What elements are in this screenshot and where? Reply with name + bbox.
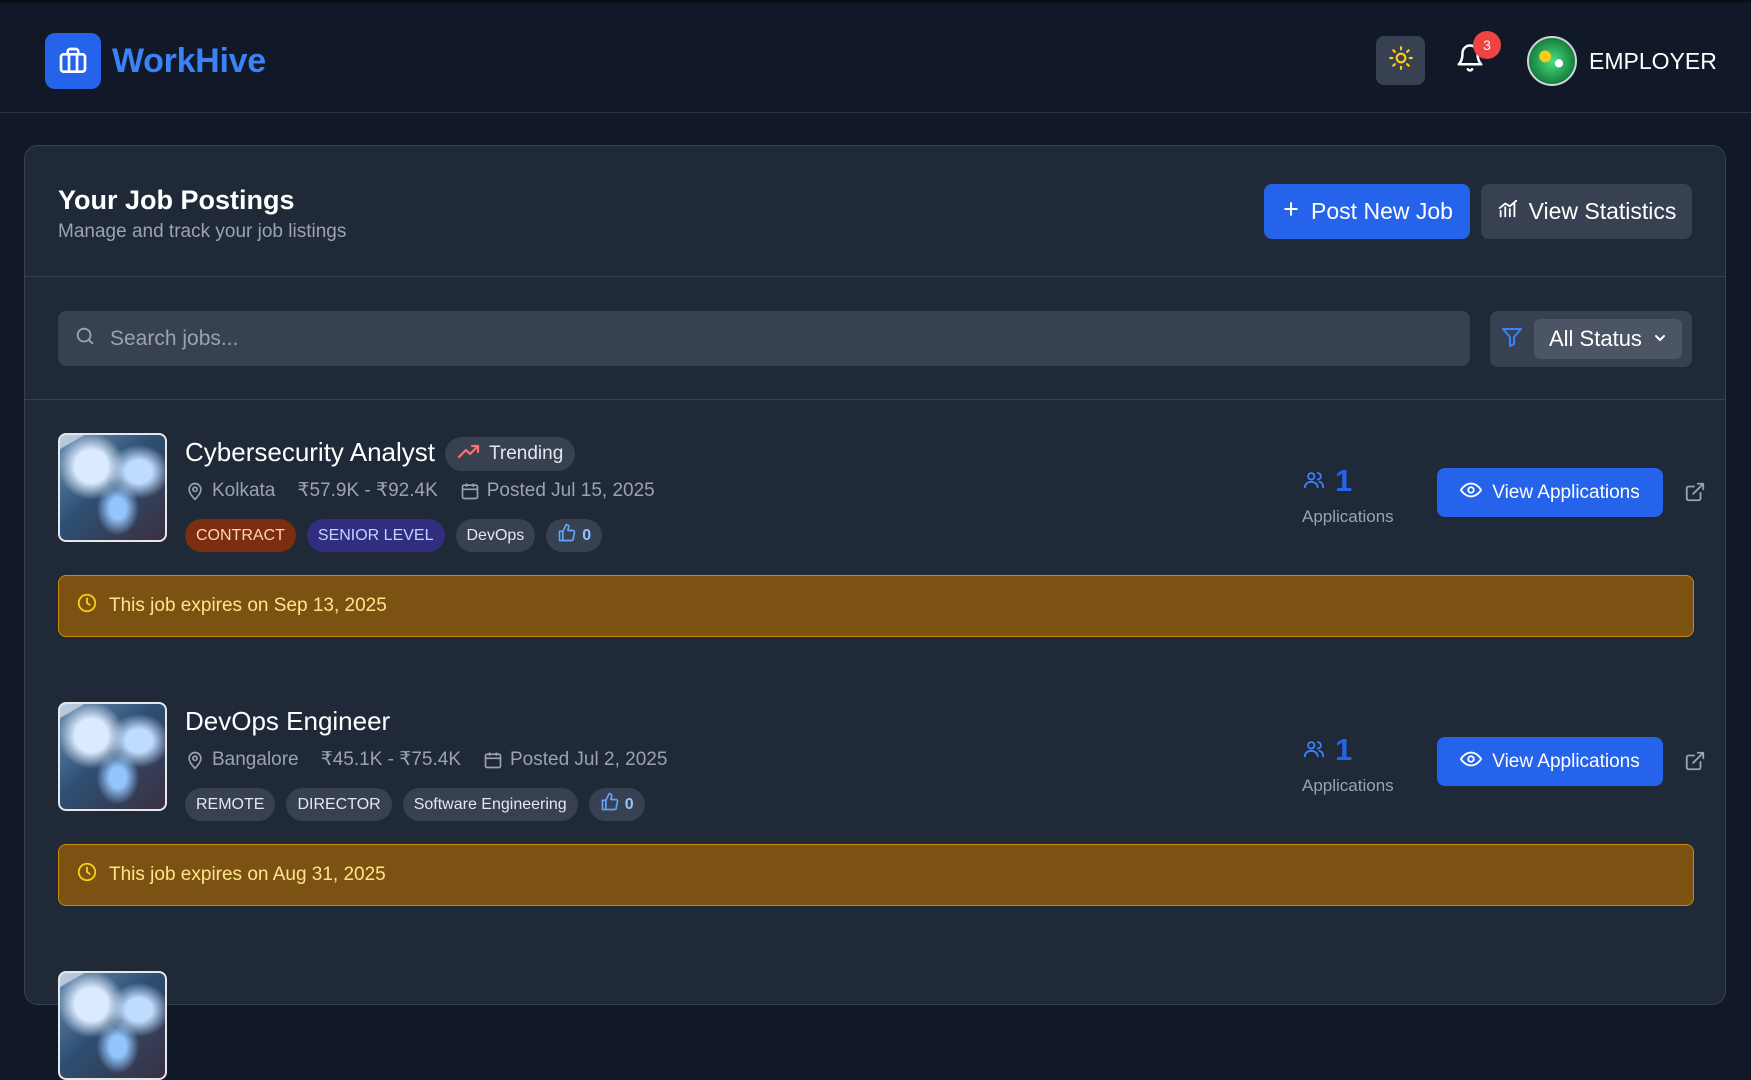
view-applications-label: View Applications (1492, 481, 1640, 503)
applications-label: Applications (1302, 507, 1394, 526)
bar-chart-icon (1497, 198, 1519, 226)
map-pin-icon (185, 749, 205, 771)
job-tags: CONTRACT SENIOR LEVEL DevOps 0 (185, 519, 603, 552)
post-new-job-label: Post New Job (1311, 198, 1453, 224)
top-navbar: WorkHive 3 EMPLOYER (0, 0, 1751, 113)
like-button[interactable]: 0 (588, 788, 645, 821)
brand-logo[interactable]: WorkHive (45, 33, 266, 89)
like-count: 0 (624, 795, 634, 813)
eye-icon (1460, 481, 1483, 505)
panel-header: Your Job Postings Manage and track your … (25, 146, 1725, 277)
clock-icon (76, 861, 98, 889)
expiry-text: This job expires on Aug 31, 2025 (109, 864, 386, 885)
user-role-label: EMPLOYER (1589, 47, 1717, 74)
calendar-icon (460, 481, 480, 501)
tag-level: SENIOR LEVEL (306, 519, 445, 552)
job-thumbnail (58, 702, 167, 811)
filter-bar: Search jobs... All Status (25, 277, 1725, 400)
plus-icon (1281, 198, 1301, 225)
trending-up-icon (457, 441, 481, 467)
expiry-notice: This job expires on Sep 13, 2025 (58, 575, 1694, 637)
eye-icon (1460, 750, 1483, 774)
tag-category: Software Engineering (402, 788, 578, 821)
post-new-job-button[interactable]: Post New Job (1264, 184, 1470, 239)
expiry-notice: This job expires on Aug 31, 2025 (58, 844, 1694, 906)
search-placeholder: Search jobs... (110, 326, 239, 350)
tag-category: DevOps (455, 519, 536, 552)
job-thumbnail (58, 971, 167, 1080)
external-link-icon[interactable] (1684, 750, 1706, 777)
job-location: Bangalore (212, 748, 299, 770)
tag-job-type: REMOTE (185, 788, 276, 821)
job-posted-date: Posted Jul 15, 2025 (486, 479, 655, 501)
sun-icon (1388, 45, 1414, 76)
page-title: Your Job Postings (58, 185, 295, 215)
chevron-down-icon (1652, 326, 1668, 352)
like-count: 0 (582, 526, 592, 544)
job-salary: ₹45.1K - ₹75.4K (320, 749, 461, 770)
brand-name: WorkHive (112, 41, 266, 80)
clock-icon (76, 592, 98, 620)
briefcase-icon (45, 33, 101, 89)
status-select[interactable]: All Status (1534, 319, 1682, 359)
avatar (1527, 36, 1577, 86)
job-thumbnail (58, 433, 167, 542)
status-filter: All Status (1490, 311, 1692, 367)
thumbs-up-icon (600, 792, 620, 817)
page-subtitle: Manage and track your job listings (58, 221, 347, 242)
bell-icon (1455, 44, 1485, 77)
view-statistics-label: View Statistics (1528, 198, 1677, 224)
search-icon (74, 325, 96, 352)
search-input[interactable]: Search jobs... (58, 311, 1470, 366)
thumbs-up-icon (557, 523, 577, 548)
applications-stat: 1 Applications (1302, 463, 1394, 527)
job-postings-panel: Your Job Postings Manage and track your … (24, 145, 1726, 1080)
external-link-icon[interactable] (1684, 481, 1706, 508)
job-meta: Bangalore ₹45.1K - ₹75.4K Posted Jul 2, … (185, 748, 667, 771)
notification-count-badge: 3 (1473, 31, 1501, 59)
like-button[interactable]: 0 (546, 519, 603, 552)
applications-count: 1 (1335, 463, 1353, 498)
job-tags: REMOTE DIRECTOR Software Engineering 0 (185, 788, 645, 821)
view-applications-label: View Applications (1492, 750, 1640, 772)
theme-toggle-button[interactable] (1376, 36, 1425, 85)
filter-icon (1500, 325, 1524, 354)
job-title[interactable]: DevOps Engineer (185, 706, 390, 737)
job-location: Kolkata (212, 479, 276, 501)
status-select-value: All Status (1549, 326, 1642, 351)
applications-stat: 1 Applications (1302, 732, 1394, 796)
job-salary: ₹57.9K - ₹92.4K (297, 480, 438, 501)
users-icon (1302, 732, 1326, 768)
map-pin-icon (185, 480, 205, 502)
trending-label: Trending (489, 443, 564, 464)
expiry-text: This job expires on Sep 13, 2025 (109, 595, 387, 616)
applications-count: 1 (1335, 732, 1353, 767)
view-applications-button[interactable]: View Applications (1437, 737, 1663, 786)
trending-badge: Trending (445, 437, 576, 471)
calendar-icon (483, 750, 503, 770)
job-meta: Kolkata ₹57.9K - ₹92.4K Posted Jul 15, 2… (185, 479, 655, 502)
tag-job-type: CONTRACT (185, 519, 296, 552)
users-icon (1302, 463, 1326, 499)
job-posted-date: Posted Jul 2, 2025 (510, 748, 668, 770)
job-title[interactable]: Cybersecurity Analyst (185, 437, 435, 468)
view-statistics-button[interactable]: View Statistics (1481, 184, 1692, 239)
view-applications-button[interactable]: View Applications (1437, 468, 1663, 517)
user-menu[interactable]: EMPLOYER (1527, 36, 1717, 86)
applications-label: Applications (1302, 776, 1394, 795)
tag-level: DIRECTOR (286, 788, 392, 821)
